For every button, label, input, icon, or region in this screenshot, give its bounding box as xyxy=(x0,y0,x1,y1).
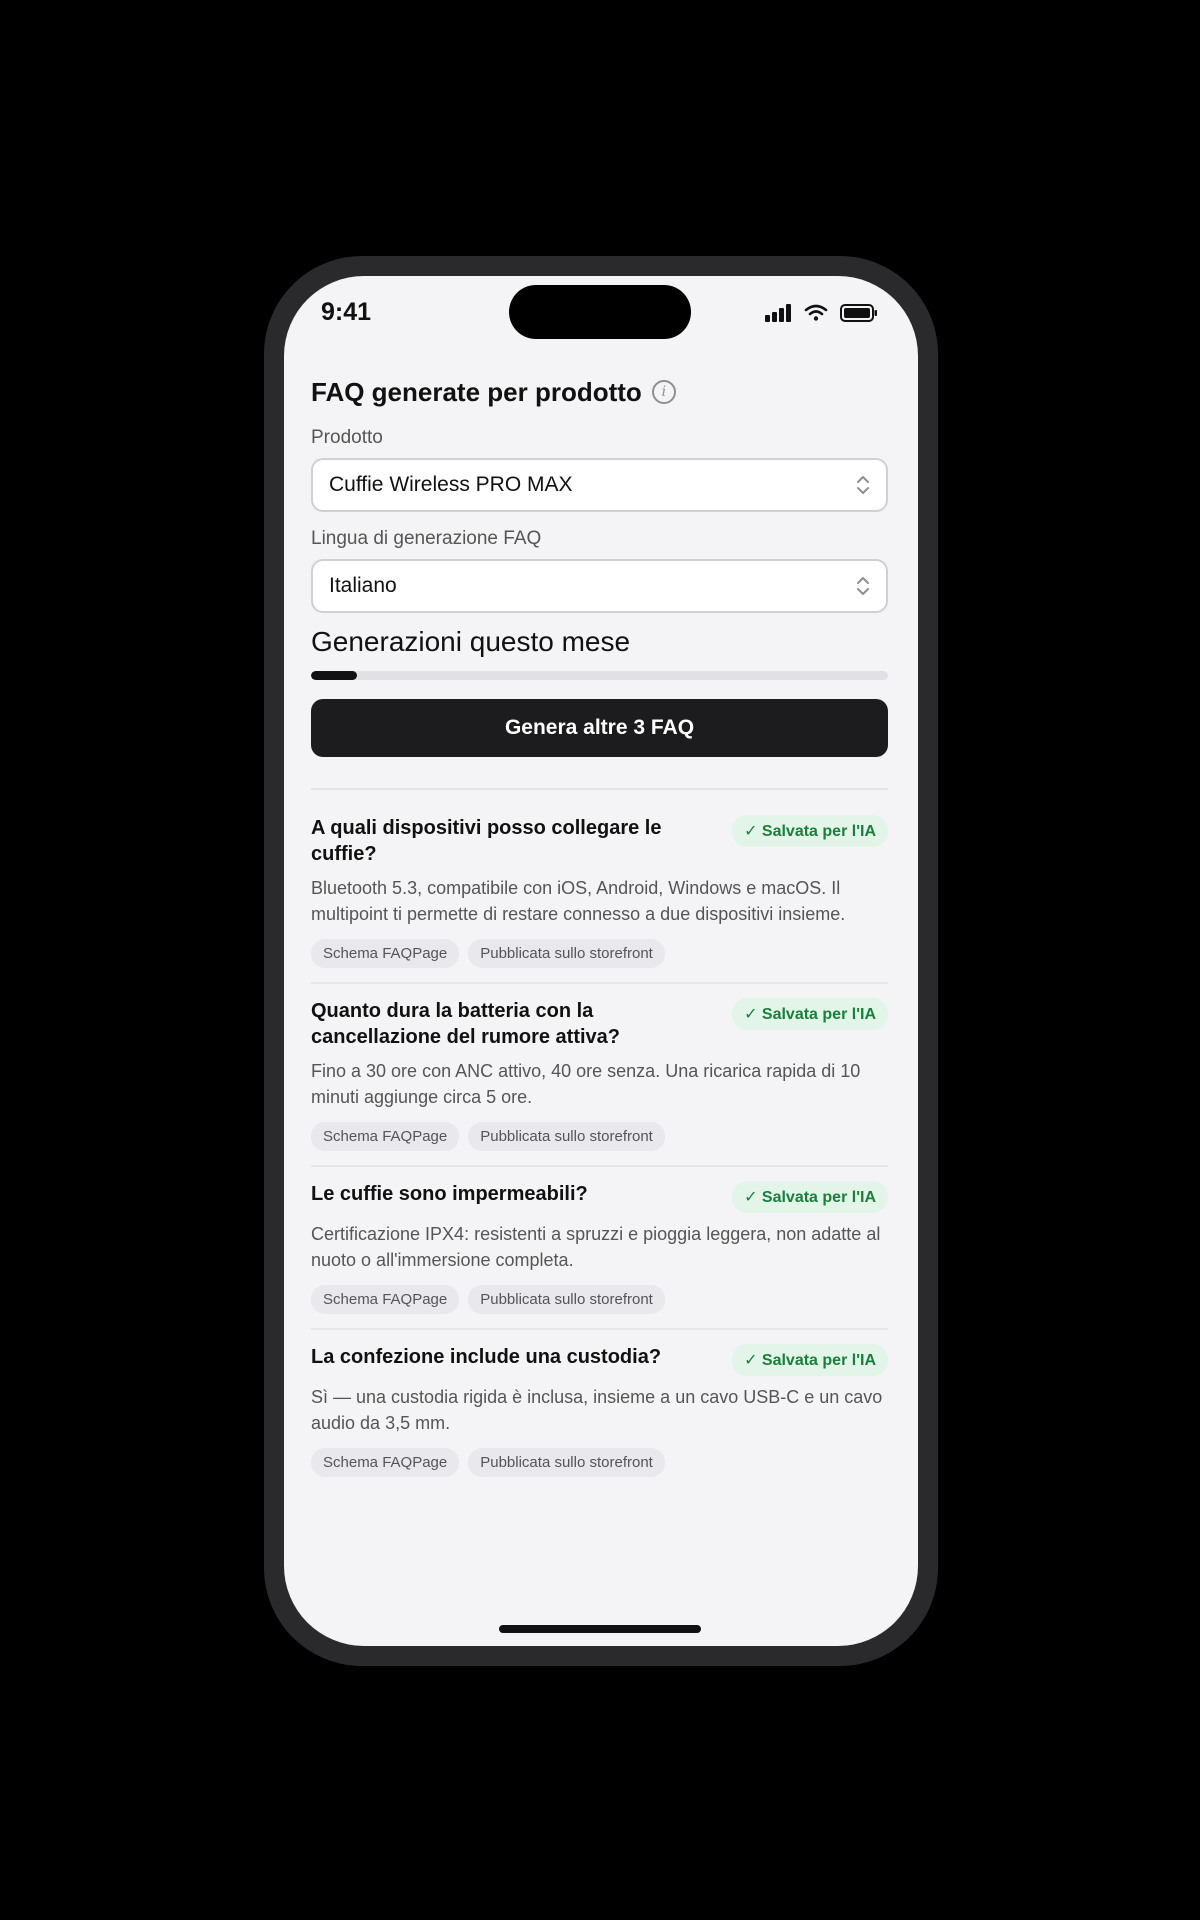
faq-question: Quanto dura la batteria con la cancellaz… xyxy=(311,1000,620,1048)
published-storefront-chip: Pubblicata sullo storefront xyxy=(468,1448,665,1477)
faq-answer: Certificazione IPX4: resistenti a spruzz… xyxy=(311,1224,881,1270)
faq-answer: Bluetooth 5.3, compatibile con iOS, Andr… xyxy=(311,878,846,924)
faq-question: La confezione include una custodia? xyxy=(311,1346,662,1368)
usage-progress-bar xyxy=(311,671,888,680)
home-indicator[interactable] xyxy=(499,1625,701,1633)
usage-progress-fill xyxy=(311,671,358,680)
phone-screen: 9:41 FAQ generate per prodotto i Prodott… xyxy=(284,276,918,1646)
language-select[interactable]: Italiano xyxy=(311,559,888,613)
published-storefront-chip: Pubblicata sullo storefront xyxy=(468,939,665,968)
published-storefront-chip: Pubblicata sullo storefront xyxy=(468,1285,665,1314)
faq-question: A quali dispositivi posso collegare le c… xyxy=(311,817,662,865)
faq-list: A quali dispositivi posso collegare le c… xyxy=(311,815,888,1491)
phone-frame: 9:41 FAQ generate per prodotto i Prodott… xyxy=(264,256,938,1666)
faq-chips: Schema FAQPage Pubblicata sullo storefro… xyxy=(311,939,888,968)
saved-for-ai-badge: ✓ Salvata per l'IA xyxy=(732,815,888,847)
schema-faqpage-chip: Schema FAQPage xyxy=(311,1122,460,1151)
wifi-icon xyxy=(804,304,828,321)
main-content: FAQ generate per prodotto i Prodotto Cuf… xyxy=(311,371,888,1505)
generate-faq-button[interactable]: Genera altre 3 FAQ xyxy=(311,699,888,757)
schema-faqpage-chip: Schema FAQPage xyxy=(311,939,460,968)
faq-item: Le cuffie sono impermeabili? ✓ Salvata p… xyxy=(311,1181,888,1330)
status-icons xyxy=(765,304,878,322)
faq-chips: Schema FAQPage Pubblicata sullo storefro… xyxy=(311,1285,888,1314)
published-storefront-chip: Pubblicata sullo storefront xyxy=(468,1122,665,1151)
header: FAQ generate per prodotto i xyxy=(311,371,888,413)
faq-answer: Fino a 30 ore con ANC attivo, 40 ore sen… xyxy=(311,1061,861,1107)
faq-item: La confezione include una custodia? ✓ Sa… xyxy=(311,1344,888,1491)
faq-chips: Schema FAQPage Pubblicata sullo storefro… xyxy=(311,1122,888,1151)
language-label: Lingua di generazione FAQ xyxy=(311,528,542,549)
battery-icon xyxy=(840,304,877,322)
saved-for-ai-badge: ✓ Salvata per l'IA xyxy=(732,998,888,1030)
chevron-updown-icon xyxy=(857,577,869,595)
dynamic-island xyxy=(509,285,691,339)
product-label: Prodotto xyxy=(311,427,383,448)
language-select-value: Italiano xyxy=(329,574,397,597)
saved-for-ai-badge: ✓ Salvata per l'IA xyxy=(732,1181,888,1213)
faq-answer: Sì — una custodia rigida è inclusa, insi… xyxy=(311,1387,883,1433)
faq-item: Quanto dura la batteria con la cancellaz… xyxy=(311,998,888,1167)
faq-question: Le cuffie sono impermeabili? xyxy=(311,1183,588,1205)
status-time: 9:41 xyxy=(321,298,372,326)
schema-faqpage-chip: Schema FAQPage xyxy=(311,1448,460,1477)
usage-title: Generazioni questo mese xyxy=(311,626,631,657)
faq-chips: Schema FAQPage Pubblicata sullo storefro… xyxy=(311,1448,888,1477)
schema-faqpage-chip: Schema FAQPage xyxy=(311,1285,460,1314)
faq-item: A quali dispositivi posso collegare le c… xyxy=(311,815,888,984)
page-title: FAQ generate per prodotto xyxy=(311,376,642,407)
product-select[interactable]: Cuffie Wireless PRO MAX xyxy=(311,458,888,512)
divider xyxy=(311,788,888,790)
cellular-signal-icon xyxy=(765,304,791,322)
chevron-updown-icon xyxy=(857,476,869,494)
product-select-value: Cuffie Wireless PRO MAX xyxy=(329,473,573,496)
saved-for-ai-badge: ✓ Salvata per l'IA xyxy=(732,1344,888,1376)
info-icon[interactable]: i xyxy=(651,380,676,404)
